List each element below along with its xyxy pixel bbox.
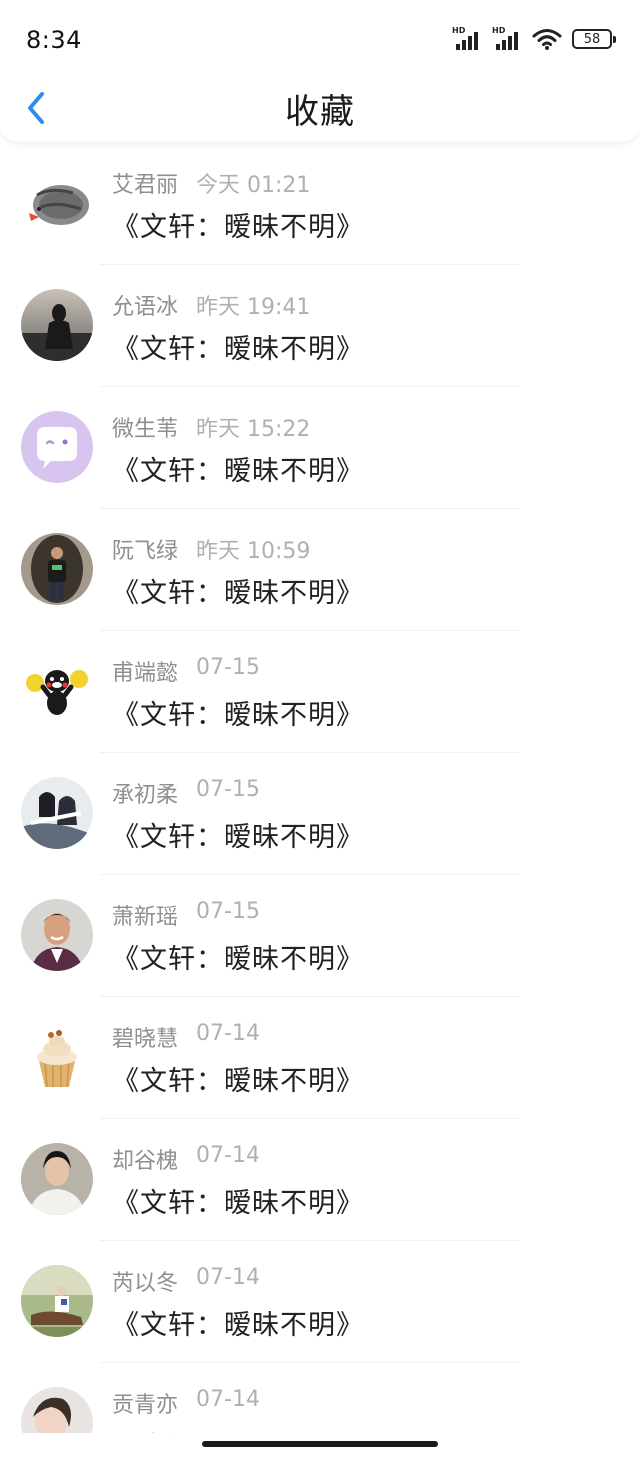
home-indicator[interactable] bbox=[202, 1441, 438, 1447]
item-content: 《文轩：暧昧不明》 bbox=[112, 700, 364, 731]
cat-avatar[interactable] bbox=[21, 167, 93, 239]
cupcake-avatar[interactable] bbox=[21, 1021, 93, 1093]
favorites-list[interactable]: 艾君丽 今天 01:21 《文轩：暧昧不明》 允语冰 昨天 19:41 《文轩：… bbox=[0, 143, 640, 1433]
header: 8:34 HD HD 58 收藏 bbox=[0, 0, 640, 143]
woman-cat-avatar[interactable] bbox=[21, 1387, 93, 1433]
list-item[interactable]: 艾君丽 今天 01:21 《文轩：暧昧不明》 bbox=[0, 143, 640, 265]
item-time: 昨天 10:59 bbox=[196, 539, 311, 564]
list-item[interactable]: 却谷槐 07-14 《文轩：暧昧不明》 bbox=[0, 1119, 640, 1241]
item-time: 昨天 15:22 bbox=[196, 417, 311, 442]
list-item[interactable]: 阮飞绿 昨天 10:59 《文轩：暧昧不明》 bbox=[0, 509, 640, 631]
item-content: 《文轩：暧昧不明》 bbox=[112, 334, 364, 365]
list-item[interactable]: 贡青亦 07-14 《文轩：暧昧不明》 bbox=[0, 1363, 640, 1433]
item-time: 07-15 bbox=[196, 899, 260, 924]
signal-icon: HD bbox=[492, 26, 522, 50]
item-content: 《文轩：暧昧不明》 bbox=[112, 212, 364, 243]
chat-bubble-avatar[interactable] bbox=[21, 411, 93, 483]
item-content: 《文轩：暧昧不明》 bbox=[112, 578, 364, 609]
list-item[interactable]: 萧新瑶 07-15 《文轩：暧昧不明》 bbox=[0, 875, 640, 997]
man-smile-avatar[interactable] bbox=[21, 899, 93, 971]
sunset-girl-avatar[interactable] bbox=[21, 289, 93, 361]
item-content: 《文轩：暧昧不明》 bbox=[112, 1188, 364, 1219]
kumamon-avatar[interactable] bbox=[21, 655, 93, 727]
item-name: 却谷槐 bbox=[112, 1149, 179, 1174]
item-name: 承初柔 bbox=[112, 783, 179, 808]
item-name: 允语冰 bbox=[112, 295, 179, 320]
anime-pair-avatar[interactable] bbox=[21, 777, 93, 849]
item-name: 甫端懿 bbox=[112, 661, 179, 686]
item-time: 07-14 bbox=[196, 1143, 260, 1168]
page-title: 收藏 bbox=[285, 92, 355, 132]
item-content: 《文轩：暧昧不明》 bbox=[112, 456, 364, 487]
item-content: 《文轩：暧昧不明》 bbox=[112, 1425, 364, 1433]
list-item[interactable]: 允语冰 昨天 19:41 《文轩：暧昧不明》 bbox=[0, 265, 640, 387]
item-name: 阮飞绿 bbox=[112, 539, 179, 564]
battery-icon: 58 bbox=[572, 29, 616, 49]
item-name: 碧晓慧 bbox=[112, 1027, 179, 1052]
man-cave-avatar[interactable] bbox=[21, 533, 93, 605]
item-time: 07-14 bbox=[196, 1021, 260, 1046]
item-time: 昨天 19:41 bbox=[196, 295, 311, 320]
list-item[interactable]: 微生苇 昨天 15:22 《文轩：暧昧不明》 bbox=[0, 387, 640, 509]
list-item[interactable]: 承初柔 07-15 《文轩：暧昧不明》 bbox=[0, 753, 640, 875]
signal-icon: HD bbox=[452, 26, 482, 50]
item-name: 艾君丽 bbox=[112, 173, 179, 198]
item-time: 07-15 bbox=[196, 777, 260, 802]
item-content: 《文轩：暧昧不明》 bbox=[112, 1310, 364, 1341]
list-item[interactable]: 甫端懿 07-15 《文轩：暧昧不明》 bbox=[0, 631, 640, 753]
status-icons: HD HD 58 bbox=[452, 26, 616, 50]
status-bar: 8:34 HD HD 58 bbox=[0, 0, 640, 80]
item-name: 芮以冬 bbox=[112, 1271, 179, 1296]
item-name: 贡青亦 bbox=[112, 1393, 179, 1418]
wifi-icon bbox=[532, 29, 562, 50]
item-time: 07-14 bbox=[196, 1387, 260, 1412]
item-name: 萧新瑶 bbox=[112, 905, 179, 930]
item-content: 《文轩：暧昧不明》 bbox=[112, 944, 364, 975]
list-item[interactable]: 芮以冬 07-14 《文轩：暧昧不明》 bbox=[0, 1241, 640, 1363]
item-time: 07-15 bbox=[196, 655, 260, 680]
painting-avatar[interactable] bbox=[21, 1265, 93, 1337]
item-content: 《文轩：暧昧不明》 bbox=[112, 1066, 364, 1097]
item-name: 微生苇 bbox=[112, 417, 179, 442]
item-content: 《文轩：暧昧不明》 bbox=[112, 822, 364, 853]
man-white-avatar[interactable] bbox=[21, 1143, 93, 1215]
status-time: 8:34 bbox=[26, 26, 82, 54]
battery-level: 58 bbox=[583, 31, 601, 47]
item-time: 07-14 bbox=[196, 1265, 260, 1290]
list-item[interactable]: 碧晓慧 07-14 《文轩：暧昧不明》 bbox=[0, 997, 640, 1119]
item-time: 今天 01:21 bbox=[196, 173, 311, 198]
